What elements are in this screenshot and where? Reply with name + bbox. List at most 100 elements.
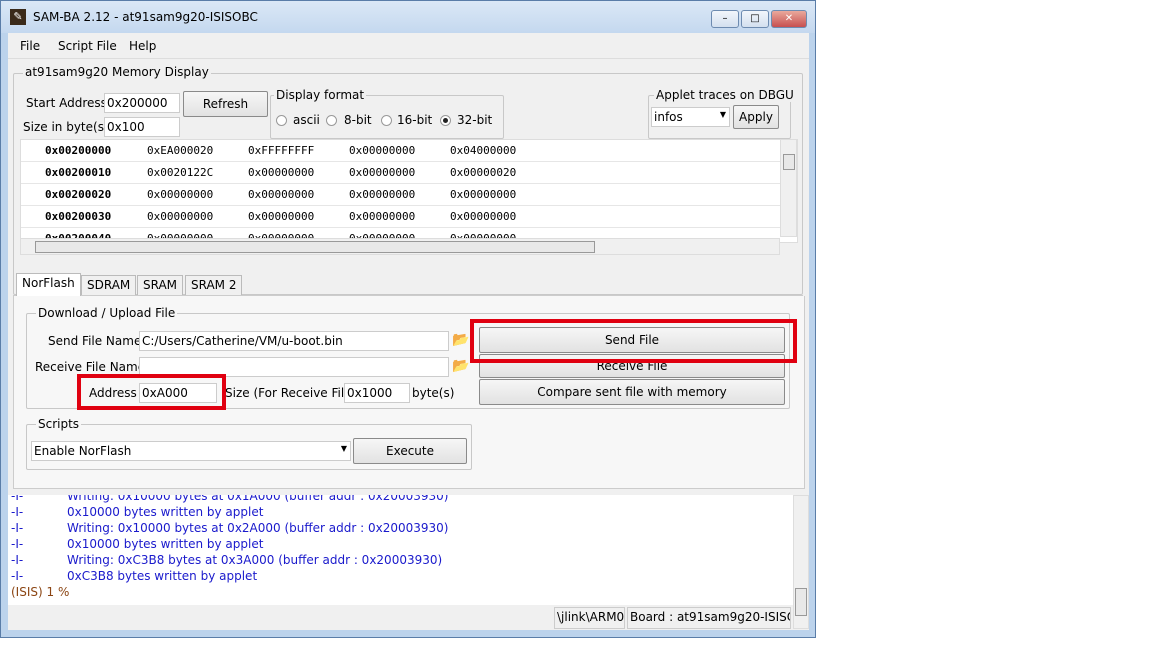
scroll-thumb[interactable]	[35, 241, 595, 253]
menu-help[interactable]: Help	[129, 39, 156, 53]
radio-32bit[interactable]	[440, 115, 451, 126]
log-tag: -I-	[11, 537, 24, 551]
log-line: Writing: 0x10000 bytes at 0x2A000 (buffe…	[67, 521, 449, 535]
memory-value: 0x00000020	[450, 166, 517, 179]
memory-table: 0x00200000 0xEA000020 0xFFFFFFFF 0x00000000…	[20, 139, 798, 243]
memory-address: 0x00200030	[45, 210, 112, 223]
radio-8bit[interactable]	[326, 115, 337, 126]
radio-16bit-label: 16-bit	[397, 113, 433, 127]
log-tag: -I-	[11, 521, 24, 535]
script-select-value: Enable NorFlash	[34, 444, 132, 458]
radio-ascii[interactable]	[276, 115, 287, 126]
memory-hscrollbar[interactable]	[20, 238, 780, 255]
log-line: 0x10000 bytes written by applet	[67, 505, 264, 519]
log-tag: -I-	[11, 553, 24, 567]
memory-value: 0x00000000	[349, 144, 416, 157]
compare-button[interactable]: Compare sent file with memory	[479, 379, 785, 405]
log-tag: -I-	[11, 569, 24, 583]
log-tag: -I-	[11, 495, 24, 503]
app-window: ✎ SAM-BA 2.12 - at91sam9g20-ISISOBC – □ …	[0, 0, 816, 638]
size-input[interactable]: 0x100	[104, 117, 180, 137]
memory-row: 0x00200000 0xEA000020 0xFFFFFFFF 0x00000000…	[21, 140, 781, 162]
scroll-thumb[interactable]	[783, 154, 795, 170]
chevron-down-icon: ▼	[719, 110, 726, 119]
client-area: File Script File Help at91sam9g20 Memory…	[8, 33, 809, 630]
execute-button[interactable]: Execute	[353, 438, 467, 464]
chevron-down-icon: ▼	[340, 444, 347, 453]
menu-script-file[interactable]: Script File	[58, 39, 117, 53]
traces-select-value: infos	[654, 110, 683, 124]
memory-value: 0x00000000	[450, 188, 517, 201]
log-vscrollbar[interactable]	[793, 495, 809, 629]
maximize-button[interactable]: □	[741, 10, 769, 28]
highlight-box-address	[77, 374, 226, 410]
memory-value: 0x00000000	[349, 188, 416, 201]
apply-button[interactable]: Apply	[733, 105, 779, 129]
memory-value: 0x00000000	[349, 166, 416, 179]
applet-traces-label: Applet traces on DBGU	[654, 88, 796, 102]
tab-norflash[interactable]: NorFlash	[16, 273, 81, 297]
scripts-label: Scripts	[36, 417, 82, 431]
start-address-label: Start Address :	[26, 96, 115, 110]
title-bar[interactable]: ✎ SAM-BA 2.12 - at91sam9g20-ISISOBC – □ …	[1, 1, 815, 33]
size-unit-label: byte(s)	[412, 386, 455, 400]
console-prompt: (ISIS) 1 %	[11, 585, 70, 599]
status-connection: \jlink\ARM0	[554, 607, 625, 629]
radio-ascii-label: ascii	[293, 113, 320, 127]
log-console[interactable]: -I- Writing: 0x10000 bytes at 0x1A000 (bu…	[8, 495, 793, 605]
close-button[interactable]: ✕	[771, 10, 807, 28]
size-label: Size in byte(s) :	[23, 120, 117, 134]
memory-value: 0x00000000	[349, 210, 416, 223]
window-title: SAM-BA 2.12 - at91sam9g20-ISISOBC	[33, 10, 258, 24]
receive-size-input[interactable]: 0x1000	[344, 383, 410, 403]
log-line: 0xC3B8 bytes written by applet	[67, 569, 258, 583]
tab-sram2[interactable]: SRAM 2	[185, 275, 243, 295]
memory-address: 0x00200000	[45, 144, 112, 157]
memory-value: 0x00000000	[147, 188, 214, 201]
refresh-button[interactable]: Refresh	[183, 91, 268, 117]
scroll-thumb[interactable]	[795, 588, 807, 616]
tab-sdram[interactable]: SDRAM	[81, 275, 137, 295]
download-upload-label: Download / Upload File	[36, 306, 178, 320]
radio-8bit-label: 8-bit	[344, 113, 372, 127]
memory-value: 0x04000000	[450, 144, 517, 157]
script-select[interactable]: Enable NorFlash ▼	[31, 441, 351, 461]
memory-row: 0x00200030 0x00000000 0x00000000 0x00000000…	[21, 206, 781, 228]
send-file-name-input[interactable]: C:/Users/Catherine/VM/u-boot.bin	[139, 331, 449, 351]
memory-row: 0x00200010 0x0020122C 0x00000000 0x00000000…	[21, 162, 781, 184]
radio-32bit-label: 32-bit	[457, 113, 493, 127]
memory-vscrollbar[interactable]	[780, 139, 797, 237]
tab-sram[interactable]: SRAM	[137, 275, 184, 295]
log-tag: -I-	[11, 505, 24, 519]
memory-value: 0x00000000	[248, 166, 315, 179]
radio-16bit[interactable]	[381, 115, 392, 126]
memory-address: 0x00200020	[45, 188, 112, 201]
display-format-label: Display format	[274, 88, 367, 102]
traces-select[interactable]: infos ▼	[651, 107, 730, 127]
app-feather-icon: ✎	[10, 9, 26, 25]
menu-bar: File Script File Help	[8, 33, 809, 59]
receive-file-name-label: Receive File Name :	[35, 360, 153, 374]
memory-value: 0xFFFFFFFF	[248, 144, 315, 157]
memory-value: 0x0020122C	[147, 166, 214, 179]
memory-value: 0x00000000	[248, 188, 315, 201]
log-line: Writing: 0x10000 bytes at 0x1A000 (buffe…	[67, 495, 449, 503]
highlight-box-send-file	[470, 319, 797, 363]
start-address-input[interactable]: 0x200000	[104, 93, 180, 113]
memory-value: 0x00000000	[248, 210, 315, 223]
log-line: 0x10000 bytes written by applet	[67, 537, 264, 551]
open-folder-icon[interactable]: 📂	[452, 332, 469, 348]
memory-value: 0xEA000020	[147, 144, 214, 157]
minimize-button[interactable]: –	[711, 10, 739, 28]
menu-file[interactable]: File	[20, 39, 40, 53]
status-board: Board : at91sam9g20-ISISOBC	[627, 607, 791, 629]
tab-bar: NorFlash SDRAM SRAM SRAM 2	[16, 273, 806, 297]
log-line: Writing: 0xC3B8 bytes at 0x3A000 (buffer…	[67, 553, 443, 567]
send-file-name-label: Send File Name :	[48, 334, 150, 348]
memory-value: 0x00000000	[147, 210, 214, 223]
memory-address: 0x00200010	[45, 166, 112, 179]
open-folder-icon[interactable]: 📂	[452, 358, 469, 374]
memory-row: 0x00200020 0x00000000 0x00000000 0x00000000…	[21, 184, 781, 206]
memory-display-label: at91sam9g20 Memory Display	[23, 65, 211, 79]
memory-value: 0x00000000	[450, 210, 517, 223]
